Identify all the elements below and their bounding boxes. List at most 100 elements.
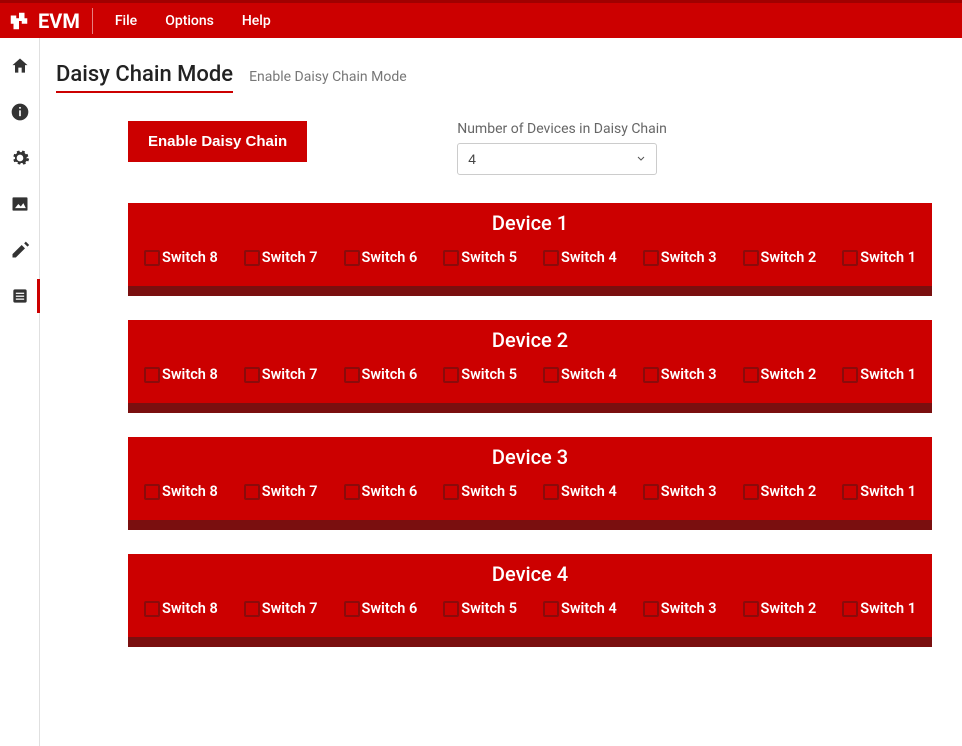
device-title: Device 1	[144, 211, 916, 235]
page-header: Daisy Chain Mode Enable Daisy Chain Mode	[56, 62, 932, 93]
checkbox-box[interactable]	[344, 601, 360, 617]
switch-checkbox[interactable]: Switch 1	[842, 249, 916, 266]
checkbox-box[interactable]	[344, 367, 360, 383]
switch-checkbox[interactable]: Switch 1	[842, 483, 916, 500]
checkbox-box[interactable]	[643, 367, 659, 383]
switch-label: Switch 5	[461, 483, 517, 500]
home-icon[interactable]	[10, 56, 30, 76]
list-icon[interactable]	[10, 286, 30, 306]
checkbox-box[interactable]	[144, 250, 160, 266]
checkbox-box[interactable]	[344, 250, 360, 266]
checkbox-box[interactable]	[743, 250, 759, 266]
checkbox-box[interactable]	[842, 484, 858, 500]
device-panel: Device 4Switch 8Switch 7Switch 6Switch 5…	[128, 554, 932, 647]
switch-checkbox[interactable]: Switch 2	[743, 600, 817, 617]
checkbox-box[interactable]	[743, 367, 759, 383]
switch-checkbox[interactable]: Switch 1	[842, 600, 916, 617]
switch-label: Switch 8	[162, 366, 218, 383]
checkbox-box[interactable]	[643, 601, 659, 617]
checkbox-box[interactable]	[743, 601, 759, 617]
switch-row: Switch 8 Switch 7 Switch 6 Switch 5 Switch 4…	[144, 600, 916, 617]
switch-label: Switch 7	[262, 366, 318, 383]
info-icon[interactable]	[10, 102, 30, 122]
checkbox-box[interactable]	[144, 484, 160, 500]
checkbox-box[interactable]	[244, 601, 260, 617]
switch-label: Switch 2	[761, 600, 817, 617]
switch-label: Switch 2	[761, 483, 817, 500]
switch-checkbox[interactable]: Switch 8	[144, 483, 218, 500]
switch-checkbox[interactable]: Switch 2	[743, 366, 817, 383]
menu-help[interactable]: Help	[242, 13, 271, 29]
switch-checkbox[interactable]: Switch 8	[144, 600, 218, 617]
checkbox-box[interactable]	[842, 601, 858, 617]
num-devices-select[interactable]	[457, 143, 657, 175]
app-name: EVM	[38, 9, 80, 33]
checkbox-box[interactable]	[543, 484, 559, 500]
checkbox-box[interactable]	[842, 367, 858, 383]
checkbox-box[interactable]	[743, 484, 759, 500]
checkbox-box[interactable]	[443, 250, 459, 266]
checkbox-box[interactable]	[543, 601, 559, 617]
switch-label: Switch 3	[661, 600, 717, 617]
page-title: Daisy Chain Mode	[56, 62, 233, 93]
switch-label: Switch 3	[661, 249, 717, 266]
switch-checkbox[interactable]: Switch 3	[643, 366, 717, 383]
device-panel: Device 3Switch 8Switch 7Switch 6Switch 5…	[128, 437, 932, 530]
checkbox-box[interactable]	[443, 601, 459, 617]
checkbox-box[interactable]	[443, 367, 459, 383]
switch-checkbox[interactable]: Switch 3	[643, 249, 717, 266]
edit-icon[interactable]	[10, 240, 30, 260]
switch-checkbox[interactable]: Switch 5	[443, 249, 517, 266]
checkbox-box[interactable]	[144, 367, 160, 383]
switch-checkbox[interactable]: Switch 7	[244, 366, 318, 383]
menu-file[interactable]: File	[115, 13, 137, 29]
control-row: Enable Daisy Chain Number of Devices in …	[56, 121, 932, 175]
switch-checkbox[interactable]: Switch 4	[543, 249, 617, 266]
switch-checkbox[interactable]: Switch 3	[643, 600, 717, 617]
device-panel: Device 1 Switch 8 Switch 7 Switch 6 Switch 5…	[128, 203, 932, 296]
switch-checkbox[interactable]: Switch 5	[443, 483, 517, 500]
checkbox-box[interactable]	[244, 367, 260, 383]
gear-icon[interactable]	[10, 148, 30, 168]
switch-row: Switch 8 Switch 7 Switch 6 Switch 5 Switch 4…	[144, 483, 916, 500]
switch-checkbox[interactable]: Switch 2	[743, 483, 817, 500]
top-bar: EVM File Options Help	[0, 0, 962, 38]
checkbox-box[interactable]	[543, 250, 559, 266]
switch-checkbox[interactable]: Switch 8	[144, 249, 218, 266]
checkbox-box[interactable]	[244, 250, 260, 266]
switch-checkbox[interactable]: Switch 7	[244, 483, 318, 500]
checkbox-box[interactable]	[244, 484, 260, 500]
checkbox-box[interactable]	[344, 484, 360, 500]
switch-checkbox[interactable]: Switch 2	[743, 249, 817, 266]
switch-checkbox[interactable]: Switch 3	[643, 483, 717, 500]
switch-checkbox[interactable]: Switch 5	[443, 366, 517, 383]
enable-daisy-chain-button[interactable]: Enable Daisy Chain	[128, 121, 307, 162]
switch-checkbox[interactable]: Switch 7	[244, 600, 318, 617]
checkbox-box[interactable]	[643, 484, 659, 500]
image-icon[interactable]	[10, 194, 30, 214]
checkbox-box[interactable]	[842, 250, 858, 266]
menu-options[interactable]: Options	[165, 13, 214, 29]
switch-checkbox[interactable]: Switch 6	[344, 249, 418, 266]
switch-checkbox[interactable]: Switch 6	[344, 366, 418, 383]
switch-label: Switch 1	[860, 249, 916, 266]
device-panel: Device 2Switch 8Switch 7Switch 6Switch 5…	[128, 320, 932, 413]
switch-checkbox[interactable]: Switch 4	[543, 600, 617, 617]
menu-bar: File Options Help	[115, 13, 271, 29]
switch-label: Switch 7	[262, 249, 318, 266]
switch-checkbox[interactable]: Switch 4	[543, 483, 617, 500]
switch-checkbox[interactable]: Switch 6	[344, 483, 418, 500]
checkbox-box[interactable]	[643, 250, 659, 266]
switch-checkbox[interactable]: Switch 8	[144, 366, 218, 383]
switch-checkbox[interactable]: Switch 6	[344, 600, 418, 617]
checkbox-box[interactable]	[443, 484, 459, 500]
switch-label: Switch 4	[561, 483, 617, 500]
switch-label: Switch 5	[461, 249, 517, 266]
switch-label: Switch 6	[362, 366, 418, 383]
checkbox-box[interactable]	[543, 367, 559, 383]
switch-checkbox[interactable]: Switch 5	[443, 600, 517, 617]
switch-checkbox[interactable]: Switch 1	[842, 366, 916, 383]
checkbox-box[interactable]	[144, 601, 160, 617]
switch-checkbox[interactable]: Switch 4	[543, 366, 617, 383]
switch-checkbox[interactable]: Switch 7	[244, 249, 318, 266]
